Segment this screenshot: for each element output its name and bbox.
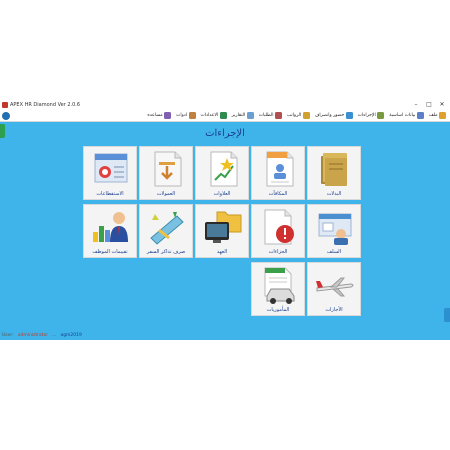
- tile-employee-evaluation[interactable]: تقييمات الموظف: [83, 204, 137, 258]
- tile-label: صرف تذاكر السفر: [146, 249, 186, 255]
- tile-custody[interactable]: العهد: [195, 204, 249, 258]
- clock-icon: [345, 112, 353, 119]
- penalties-alert-icon: [264, 209, 294, 245]
- page-title: الإجراءات: [205, 128, 245, 139]
- rewards-document-icon: [266, 151, 294, 187]
- maximize-button[interactable]: □: [424, 100, 434, 110]
- tile-rewards[interactable]: المكافآت: [251, 146, 305, 200]
- tile-vacations[interactable]: الأجازات: [307, 262, 361, 316]
- deductions-card-icon: [94, 153, 128, 183]
- tile-raises[interactable]: العلاوات: [195, 146, 249, 200]
- menu-bar: ملف بيانات اساسية الإجراءات حضور وانصراف الر…: [0, 110, 450, 122]
- app-logo-icon: [2, 102, 8, 108]
- money-icon: [302, 112, 310, 119]
- menu-item-clock[interactable]: حضور وانصراف: [315, 112, 353, 119]
- menu-item-help[interactable]: مساعده: [147, 112, 172, 119]
- allowances-folder-icon: [321, 153, 347, 186]
- tile-label: تقييمات الموظف: [92, 249, 128, 255]
- right-panel-tab[interactable]: [444, 308, 450, 322]
- menu-item-report[interactable]: التقارير: [232, 112, 254, 119]
- title-bar: APEX HR Diamond Ver 2.0.6 – □ ✕: [0, 100, 450, 110]
- menu-item-label: بيانات اساسية: [389, 113, 416, 118]
- home-icon[interactable]: [2, 112, 10, 120]
- menu-item-requests[interactable]: الطلبات: [259, 112, 282, 119]
- menu-item-tools[interactable]: ادوات: [176, 112, 196, 119]
- tile-label: العلاوات: [213, 191, 231, 197]
- tile-advances[interactable]: السلف: [307, 204, 361, 258]
- menu-item-folder[interactable]: ملف: [429, 112, 446, 119]
- tile-label: الاستقطاعات: [96, 191, 124, 197]
- status-user: administrator: [17, 333, 49, 338]
- status-user-prefix: User:: [2, 333, 14, 338]
- tile-travel-tickets[interactable]: صرف تذاكر السفر: [139, 204, 193, 258]
- tile-label: البدلات: [326, 191, 342, 197]
- tile-label: المأموريات: [266, 307, 290, 313]
- menu-item-label: الاعدادات: [200, 113, 219, 118]
- menu-item-label: مساعده: [147, 113, 163, 118]
- menu-item-settings[interactable]: الاعدادات: [201, 112, 227, 119]
- employee-evaluation-icon: [93, 212, 128, 242]
- menu-item-money[interactable]: الرواتب: [287, 112, 310, 119]
- missions-car-icon: [264, 267, 295, 304]
- settings-icon: [219, 112, 227, 119]
- menu-item-label: ملف: [428, 113, 438, 118]
- menu-item-label: التقارير: [231, 113, 246, 118]
- travel-tickets-icon: [150, 212, 184, 245]
- tile-label: الجزاءات: [268, 249, 288, 255]
- tasks-icon: [377, 112, 385, 119]
- commissions-document-icon: [154, 151, 182, 187]
- database-icon: [416, 112, 424, 119]
- help-icon: [164, 112, 172, 119]
- close-button[interactable]: ✕: [437, 100, 447, 110]
- tile-penalties[interactable]: الجزاءات: [251, 204, 305, 258]
- menu-item-label: الرواتب: [286, 113, 302, 118]
- tools-icon: [188, 112, 196, 119]
- window-title: APEX HR Diamond Ver 2.0.6: [10, 102, 81, 108]
- requests-icon: [274, 112, 282, 119]
- advances-card-icon: [318, 213, 352, 245]
- tile-label: العهد: [216, 249, 228, 255]
- vacation-plane-icon: [316, 277, 354, 297]
- menu-item-label: الطلبات: [258, 113, 274, 118]
- tile-label: المكافآت: [268, 191, 288, 197]
- tile-allowances[interactable]: البدلات: [307, 146, 361, 200]
- tile-label: الأجازات: [325, 307, 343, 313]
- folder-icon: [439, 112, 446, 119]
- tile-deductions[interactable]: الاستقطاعات: [83, 146, 137, 200]
- menu-item-label: ادوات: [176, 113, 188, 118]
- tile-label: العمولات: [156, 191, 176, 197]
- app-window: APEX HR Diamond Ver 2.0.6 – □ ✕ ملف بيانا…: [0, 100, 450, 340]
- menu-item-database[interactable]: بيانات اساسية: [389, 112, 424, 119]
- tile-commissions[interactable]: العمولات: [139, 146, 193, 200]
- menu-item-label: حضور وانصراف: [314, 113, 345, 118]
- menu-item-tasks[interactable]: الإجراءات: [357, 112, 385, 119]
- menu-item-label: الإجراءات: [357, 113, 376, 118]
- tile-missions[interactable]: المأموريات: [251, 262, 305, 316]
- tile-label: السلف: [326, 249, 342, 255]
- custody-folder-icon: [205, 211, 242, 243]
- status-separator: ...: [52, 333, 57, 338]
- raises-document-icon: [210, 151, 238, 187]
- status-bar: User: administrator ... agm2019: [0, 331, 450, 340]
- minimize-button[interactable]: –: [411, 100, 421, 110]
- status-company: agm2019: [60, 333, 82, 338]
- report-icon: [246, 112, 254, 119]
